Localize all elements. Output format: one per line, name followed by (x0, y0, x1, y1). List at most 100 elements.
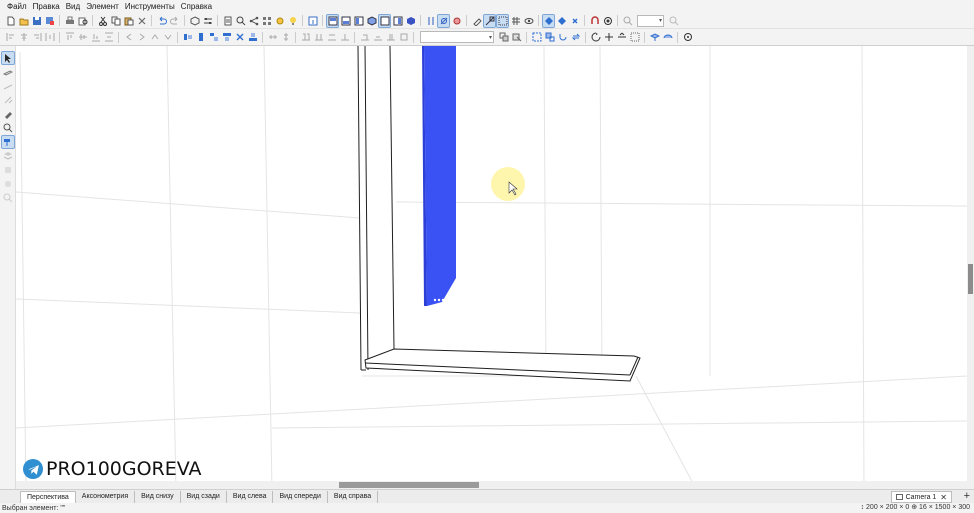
vertical-scrollbar[interactable] (967, 46, 974, 489)
add-tab-button[interactable]: + (964, 490, 970, 503)
unlock-icon[interactable] (544, 31, 555, 43)
selected-panel[interactable] (422, 46, 456, 306)
undo-icon[interactable] (156, 15, 167, 27)
tab-perspective[interactable]: Перспектива (20, 491, 76, 503)
view-3d-icon[interactable] (366, 15, 377, 27)
panel-tool-icon[interactable] (2, 66, 14, 78)
cabinet-side-panel[interactable] (357, 46, 395, 371)
menu-view[interactable]: Вид (63, 1, 83, 13)
settings-icon[interactable] (202, 15, 213, 27)
zoom-fit-icon[interactable] (668, 15, 679, 27)
dimension-tool-icon[interactable] (2, 94, 14, 106)
select-all-icon[interactable] (496, 13, 509, 28)
distribute-v-icon[interactable] (103, 31, 114, 43)
snap-bottom-icon[interactable] (247, 31, 258, 43)
view-bottom-icon[interactable] (378, 13, 391, 28)
rotate-tool-icon[interactable] (2, 122, 14, 134)
line-tool-icon[interactable] (2, 80, 14, 92)
print-icon[interactable] (64, 15, 75, 27)
new-file-icon[interactable] (5, 15, 16, 27)
size-w-icon[interactable] (339, 31, 350, 43)
material-combo[interactable]: ▾ (420, 31, 494, 43)
shape-tool-icon[interactable] (2, 178, 14, 190)
group-icon[interactable] (498, 31, 509, 43)
join-icon[interactable] (267, 31, 278, 43)
hinge-icon[interactable] (662, 31, 673, 43)
view-iso-icon[interactable] (405, 15, 416, 27)
tab-front-view[interactable]: Вид спереди (273, 491, 328, 503)
point-add-icon[interactable] (556, 15, 567, 27)
size-h-icon[interactable] (359, 31, 370, 43)
open-folder-icon[interactable] (18, 15, 29, 27)
menu-help[interactable]: Справка (178, 1, 215, 13)
snap-right-icon[interactable] (208, 31, 219, 43)
tab-bottom-view[interactable]: Вид снизу (135, 491, 181, 503)
rotate-cw-icon[interactable] (557, 31, 568, 43)
eyedropper-tool-icon[interactable] (2, 108, 14, 120)
ungroup-icon[interactable] (511, 31, 522, 43)
horizontal-scrollbar[interactable] (16, 481, 967, 489)
grid-icon[interactable] (510, 15, 521, 27)
view-side-icon[interactable] (353, 15, 364, 27)
move-right-icon[interactable] (136, 31, 147, 43)
fit-icon[interactable] (398, 31, 409, 43)
zoom-combo[interactable]: ▾ (637, 14, 664, 27)
find-icon[interactable] (235, 15, 246, 27)
edge-icon[interactable] (649, 31, 660, 43)
tab-left-view[interactable]: Вид слева (227, 491, 274, 503)
align-top-icon[interactable] (64, 31, 75, 43)
move-up-icon[interactable] (149, 31, 160, 43)
tab-back-view[interactable]: Вид сзади (181, 491, 227, 503)
move-icon[interactable] (590, 31, 601, 43)
flip-icon[interactable] (616, 31, 627, 43)
align-bottom-icon[interactable] (90, 31, 101, 43)
menu-tools[interactable]: Инструменты (122, 1, 178, 13)
distribute-h-icon[interactable] (44, 31, 55, 43)
view-top-icon[interactable] (340, 15, 351, 27)
menu-element[interactable]: Элемент (83, 1, 122, 13)
snap-top-icon[interactable] (221, 31, 232, 43)
copy-icon[interactable] (110, 15, 121, 27)
eye-icon[interactable] (523, 15, 534, 27)
select-rect-icon[interactable] (483, 13, 496, 28)
redo-icon[interactable] (169, 15, 180, 27)
magnet-2-icon[interactable] (589, 15, 600, 27)
snap-grid-icon[interactable] (425, 15, 436, 27)
size-equal-icon[interactable] (385, 31, 396, 43)
layers-tool-icon[interactable] (2, 164, 14, 176)
align-middle-icon[interactable] (77, 31, 88, 43)
horizontal-scroll-thumb[interactable] (339, 482, 479, 488)
components-icon[interactable] (261, 15, 272, 27)
zoom-icon[interactable] (622, 15, 633, 27)
magnet-icon[interactable] (471, 15, 482, 27)
properties-icon[interactable] (189, 15, 200, 27)
menu-edit[interactable]: Правка (30, 1, 63, 13)
align-right-icon[interactable] (31, 31, 42, 43)
lock-icon[interactable] (531, 31, 542, 43)
point-remove-icon[interactable] (569, 15, 580, 27)
zoom-tool-icon[interactable] (2, 192, 14, 204)
size-d-icon[interactable] (372, 31, 383, 43)
snap-center-icon[interactable] (195, 31, 206, 43)
orbit-icon[interactable] (682, 31, 693, 43)
snap-middle-icon[interactable] (234, 31, 245, 43)
share-icon[interactable] (248, 15, 259, 27)
lightbulb-icon[interactable] (287, 15, 298, 27)
save-as-icon[interactable] (44, 15, 55, 27)
menu-file[interactable]: Файл (4, 1, 30, 13)
align-center-icon[interactable] (18, 31, 29, 43)
view-back-icon[interactable] (392, 15, 403, 27)
3d-viewport[interactable] (16, 46, 967, 489)
target-icon[interactable] (602, 15, 613, 27)
align-left-icon[interactable] (5, 31, 16, 43)
view-front-icon[interactable] (326, 13, 339, 28)
align-icon[interactable] (437, 13, 450, 28)
camera-tab[interactable]: Camera 1 ✕ (890, 491, 952, 503)
gap-icon[interactable] (326, 31, 337, 43)
close-icon[interactable]: ✕ (940, 493, 947, 502)
vertical-scroll-thumb[interactable] (968, 264, 973, 294)
paste-icon[interactable] (123, 15, 134, 27)
library-icon[interactable] (222, 15, 233, 27)
mirror-v-icon[interactable] (313, 31, 324, 43)
delete-icon[interactable] (136, 15, 147, 27)
